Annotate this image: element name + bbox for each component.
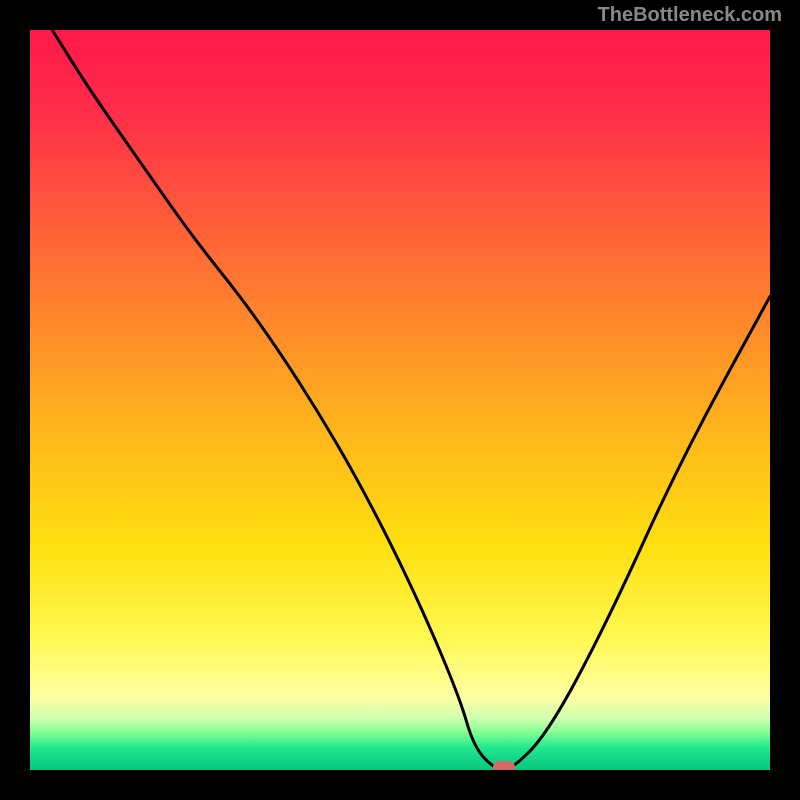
plot-area [30,30,770,770]
bottleneck-curve [30,30,770,770]
optimal-marker [493,761,515,770]
watermark-text: TheBottleneck.com [598,4,782,27]
